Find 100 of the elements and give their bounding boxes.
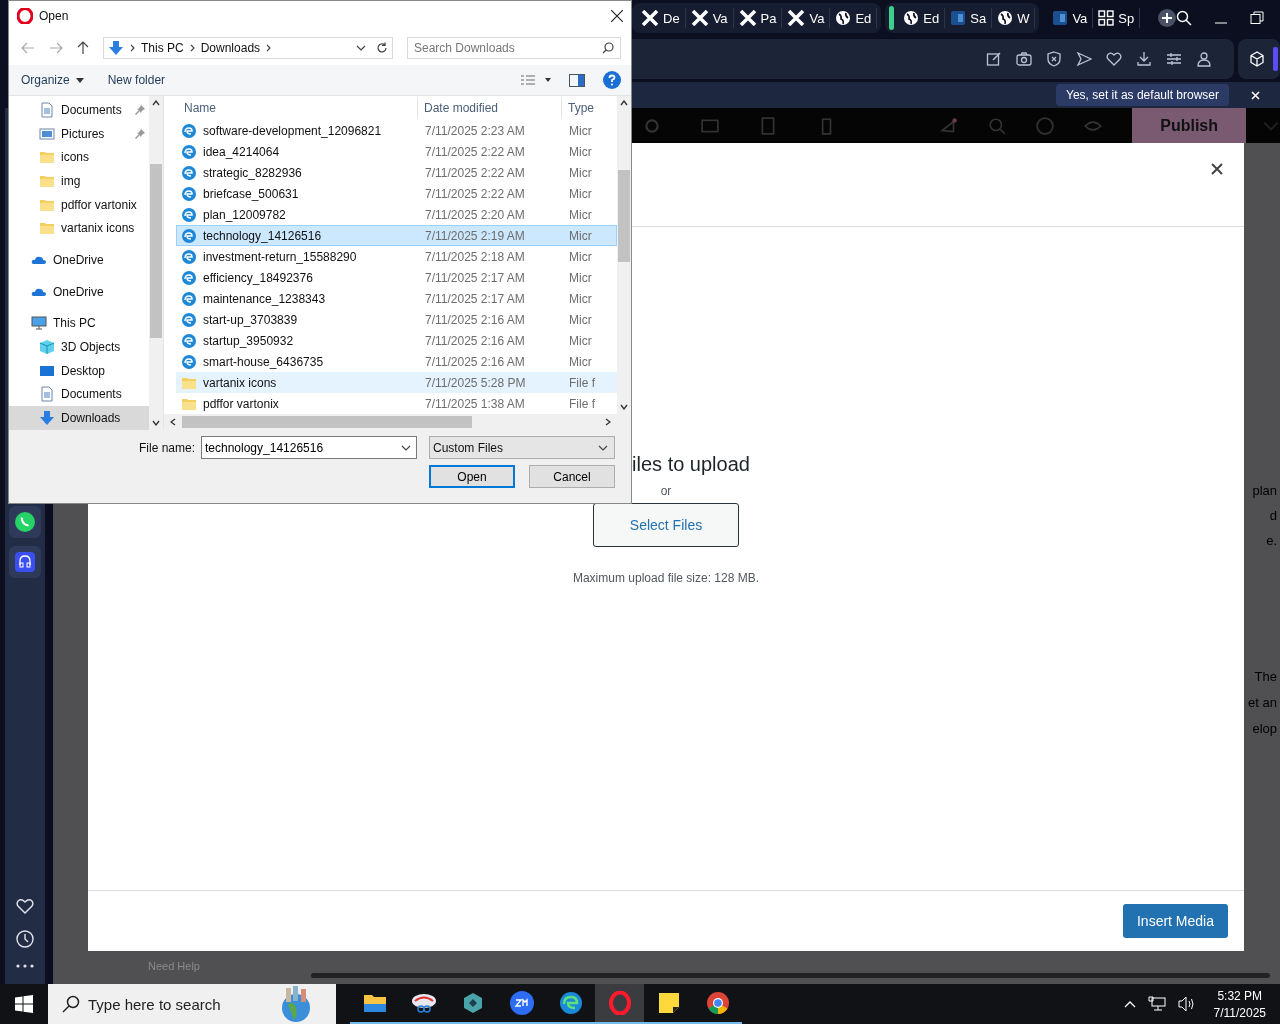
organize-button[interactable]: Organize: [21, 73, 84, 87]
breadcrumb-item[interactable]: Downloads: [200, 41, 261, 55]
scroll-down-icon[interactable]: [152, 420, 160, 426]
user-icon[interactable]: [1196, 51, 1212, 67]
nav-item[interactable]: OneDrive: [9, 248, 149, 272]
column-header[interactable]: Type: [562, 98, 617, 118]
nav-item[interactable]: icons: [9, 145, 149, 170]
nav-item[interactable]: pdffor vartonix: [9, 192, 149, 217]
file-name-field[interactable]: technology_14126516: [201, 436, 417, 459]
date-cell-text: 7/11/2025 2:16 AM: [424, 312, 526, 327]
scrollbar[interactable]: [164, 414, 617, 430]
scroll-up-icon[interactable]: [152, 100, 160, 106]
browser-tab[interactable]: Ed: [830, 8, 878, 28]
file-type-dropdown[interactable]: Custom Files: [429, 436, 615, 459]
close-icon[interactable]: [1211, 163, 1223, 175]
file-row[interactable]: start-up_3703839 7/11/2025 2:16 AM Micr: [176, 309, 617, 330]
view-options-icon[interactable]: [521, 74, 551, 86]
file-row[interactable]: strategic_8282936 7/11/2025 2:22 AM Micr: [176, 162, 617, 183]
scrollbar-thumb[interactable]: [182, 416, 472, 428]
insert-media-button[interactable]: Insert Media: [1122, 904, 1228, 938]
open-button[interactable]: Open: [429, 465, 515, 488]
file-row[interactable]: briefcase_500631 7/11/2025 2:22 AM Micr: [176, 183, 617, 204]
file-row[interactable]: investment-return_15588290 7/11/2025 2:18 AM Micr: [176, 246, 617, 267]
search-icon[interactable]: [1176, 10, 1193, 26]
new-tab-button[interactable]: [1158, 9, 1177, 27]
address-bar[interactable]: This PC Downloads: [103, 37, 393, 59]
globe-icon: [997, 10, 1014, 26]
windows-logo-icon[interactable]: [15, 995, 33, 1013]
nav-item[interactable]: 3D Objects: [9, 335, 149, 359]
restore-icon[interactable]: [1250, 11, 1265, 25]
browser-tab[interactable]: Va: [685, 8, 734, 28]
chevron-right-icon[interactable]: [266, 44, 272, 52]
camera-icon[interactable]: [1016, 51, 1032, 67]
column-header[interactable]: Date modified: [418, 98, 562, 118]
scroll-right-icon[interactable]: [605, 418, 611, 426]
new-folder-button[interactable]: New folder: [107, 73, 166, 87]
browser-tab[interactable]: De: [636, 8, 686, 28]
scroll-left-icon[interactable]: [170, 418, 176, 426]
nav-item[interactable]: Pictures: [9, 121, 149, 146]
chevron-right-icon[interactable]: [189, 44, 195, 52]
preview-pane-icon[interactable]: [569, 73, 585, 87]
cube-icon[interactable]: [1249, 51, 1265, 67]
scrollbar[interactable]: [149, 96, 163, 430]
browser-tab[interactable]: W: [992, 8, 1036, 28]
browser-tab[interactable]: Va: [782, 8, 831, 28]
scroll-down-icon[interactable]: [620, 404, 628, 410]
file-row[interactable]: plan_12009782 7/11/2025 2:20 AM Micr: [176, 204, 617, 225]
clock-time[interactable]: 5:32 PM: [1217, 988, 1263, 1003]
more-icon[interactable]: [16, 964, 34, 968]
nav-item[interactable]: vartanix icons: [9, 216, 149, 241]
shield-icon[interactable]: [1046, 51, 1062, 67]
search-field[interactable]: Search Downloads: [407, 37, 621, 59]
taskbar-search-field[interactable]: Type here to search: [48, 984, 336, 1024]
browser-tab[interactable]: Sp: [1093, 8, 1141, 28]
headphones-icon[interactable]: [9, 546, 41, 578]
cancel-button[interactable]: Cancel: [529, 465, 615, 488]
file-row[interactable]: smart-house_6436735 7/11/2025 2:16 AM Micr: [176, 351, 617, 372]
close-icon[interactable]: [611, 10, 623, 22]
network-icon[interactable]: [1147, 996, 1166, 1012]
file-row[interactable]: software-development_12096821 7/11/2025 2:23 AM Micr: [176, 120, 617, 141]
file-row[interactable]: startup_3950932 7/11/2025 2:16 AM Micr: [176, 330, 617, 351]
file-row[interactable]: pdffor vartonix 7/11/2025 1:38 AM File f: [176, 393, 617, 414]
select-files-button[interactable]: Select Files: [592, 503, 740, 547]
set-default-browser-button[interactable]: Yes, set it as default browser: [1056, 84, 1229, 106]
column-header[interactable]: Name: [164, 98, 418, 118]
browser-tab[interactable]: Pa: [733, 8, 783, 28]
volume-icon[interactable]: [1177, 996, 1196, 1012]
breadcrumb-item[interactable]: This PC: [141, 41, 184, 55]
nav-item[interactable]: img: [9, 169, 149, 193]
file-row[interactable]: idea_4214064 7/11/2025 2:22 AM Micr: [176, 141, 617, 162]
chevron-right-icon[interactable]: [130, 44, 135, 52]
file-row[interactable]: technology_14126516 7/11/2025 2:19 AM Micr: [176, 225, 617, 246]
heart-icon[interactable]: [16, 898, 34, 914]
file-row[interactable]: maintenance_1238343 7/11/2025 2:17 AM Micr: [176, 288, 617, 309]
heart-icon[interactable]: [1106, 51, 1122, 67]
clock-icon[interactable]: [16, 930, 34, 948]
nav-item[interactable]: Documents: [9, 382, 149, 407]
refresh-icon[interactable]: [376, 42, 388, 54]
file-row[interactable]: vartanix icons 7/11/2025 5:28 PM File f: [176, 372, 617, 393]
browser-tab[interactable]: Ed: [898, 8, 946, 28]
up-arrow-icon[interactable]: [77, 41, 89, 55]
clock-date[interactable]: 7/11/2025: [1213, 1005, 1266, 1020]
nav-item[interactable]: Documents: [9, 98, 149, 122]
opera-app-icon[interactable]: [595, 984, 644, 1024]
nav-item[interactable]: Downloads: [9, 406, 149, 430]
browser-tab[interactable]: Sa: [945, 8, 993, 28]
chevron-up-icon[interactable]: [1123, 1000, 1136, 1008]
browser-tab[interactable]: Va: [1047, 8, 1094, 28]
scrollbar-thumb[interactable]: [150, 164, 162, 338]
nav-item[interactable]: Desktop: [9, 358, 149, 383]
send-icon[interactable]: [1076, 51, 1092, 67]
scrollbar[interactable]: [617, 96, 631, 430]
whatsapp-icon[interactable]: [9, 506, 41, 538]
file-row[interactable]: efficiency_18492376 7/11/2025 2:17 AM Micr: [176, 267, 617, 288]
scrollbar-thumb[interactable]: [618, 170, 630, 262]
download-icon[interactable]: [1136, 51, 1152, 67]
nav-item[interactable]: OneDrive: [9, 279, 149, 304]
scroll-up-icon[interactable]: [620, 100, 628, 106]
edit-icon[interactable]: [986, 51, 1002, 67]
nav-item[interactable]: This PC: [9, 311, 149, 336]
